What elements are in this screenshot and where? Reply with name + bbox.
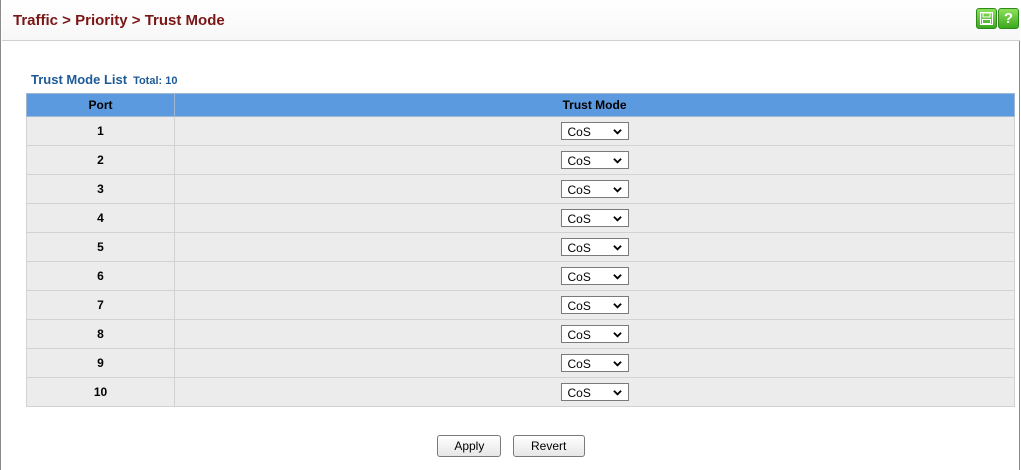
table-row: 3 CoS: [26, 174, 1015, 204]
trust-mode-cell: CoS: [174, 377, 1015, 407]
trust-mode-cell: CoS: [174, 290, 1015, 320]
trust-mode-select[interactable]: CoS: [560, 151, 629, 169]
trust-mode-select[interactable]: CoS: [560, 325, 629, 343]
revert-button[interactable]: Revert: [512, 435, 585, 457]
list-total: Total: 10: [133, 75, 178, 87]
chevron-down-icon: [612, 158, 622, 164]
table-row: 10 CoS: [26, 377, 1015, 407]
table-row: 5 CoS: [26, 232, 1015, 262]
trust-mode-value: CoS: [567, 386, 591, 400]
trust-mode-value: CoS: [567, 125, 591, 139]
trust-mode-cell: CoS: [174, 261, 1015, 291]
trust-mode-cell: CoS: [174, 348, 1015, 378]
trust-mode-value: CoS: [567, 241, 591, 255]
trust-mode-select[interactable]: CoS: [560, 209, 629, 227]
chevron-down-icon: [612, 390, 622, 396]
chevron-down-icon: [612, 129, 622, 135]
list-title-text: Trust Mode List: [31, 72, 128, 87]
trust-mode-value: CoS: [567, 212, 591, 226]
port-cell: 3: [26, 174, 175, 204]
trust-mode-cell: CoS: [174, 203, 1015, 233]
table-row: 6 CoS: [26, 261, 1015, 291]
chevron-down-icon: [612, 245, 622, 251]
trust-mode-cell: CoS: [174, 232, 1015, 262]
save-icon[interactable]: [976, 8, 997, 29]
chevron-down-icon: [612, 332, 622, 338]
chevron-down-icon: [612, 187, 622, 193]
port-cell: 9: [26, 348, 175, 378]
table-header-row: Port Trust Mode: [26, 93, 1015, 117]
trust-mode-cell: CoS: [174, 116, 1015, 146]
table-row: 2 CoS: [26, 145, 1015, 175]
breadcrumb: Traffic > Priority > Trust Mode: [13, 12, 225, 29]
trust-mode-select[interactable]: CoS: [560, 180, 629, 198]
trust-mode-value: CoS: [567, 299, 591, 313]
list-title: Trust Mode List Total: 10: [31, 72, 177, 87]
trust-mode-select[interactable]: CoS: [560, 122, 629, 140]
trust-mode-select[interactable]: CoS: [560, 383, 629, 401]
column-header-port: Port: [26, 93, 175, 117]
trust-mode-cell: CoS: [174, 174, 1015, 204]
table-row: 9 CoS: [26, 348, 1015, 378]
trust-mode-select[interactable]: CoS: [560, 267, 629, 285]
trust-mode-value: CoS: [567, 357, 591, 371]
port-cell: 10: [26, 377, 175, 407]
trust-mode-select[interactable]: CoS: [560, 354, 629, 372]
apply-button[interactable]: Apply: [437, 435, 502, 457]
button-bar: Apply Revert: [1, 435, 1021, 457]
port-cell: 6: [26, 261, 175, 291]
table-row: 7 CoS: [26, 290, 1015, 320]
port-cell: 8: [26, 319, 175, 349]
trust-mode-table: Port Trust Mode 1 CoS 2 CoS 3 CoS 4 CoS 5 CoS 6 CoS…: [26, 93, 1015, 407]
trust-mode-value: CoS: [567, 154, 591, 168]
trust-mode-select[interactable]: CoS: [560, 296, 629, 314]
chevron-down-icon: [612, 303, 622, 309]
trust-mode-cell: CoS: [174, 145, 1015, 175]
table-row: 8 CoS: [26, 319, 1015, 349]
trust-mode-value: CoS: [567, 328, 591, 342]
chevron-down-icon: [612, 274, 622, 280]
help-glyph: ?: [1003, 10, 1014, 27]
port-cell: 2: [26, 145, 175, 175]
trust-mode-value: CoS: [567, 183, 591, 197]
chevron-down-icon: [612, 361, 622, 367]
column-header-trust-mode: Trust Mode: [174, 93, 1015, 117]
page-frame: Traffic > Priority > Trust Mode ? Trust …: [0, 0, 1020, 470]
table-row: 4 CoS: [26, 203, 1015, 233]
port-cell: 5: [26, 232, 175, 262]
trust-mode-cell: CoS: [174, 319, 1015, 349]
chevron-down-icon: [612, 216, 622, 222]
table-row: 1 CoS: [26, 116, 1015, 146]
page-header: Traffic > Priority > Trust Mode ?: [2, 0, 1020, 41]
port-cell: 7: [26, 290, 175, 320]
help-icon[interactable]: ?: [998, 8, 1019, 29]
port-cell: 1: [26, 116, 175, 146]
trust-mode-value: CoS: [567, 270, 591, 284]
trust-mode-select[interactable]: CoS: [560, 238, 629, 256]
port-cell: 4: [26, 203, 175, 233]
